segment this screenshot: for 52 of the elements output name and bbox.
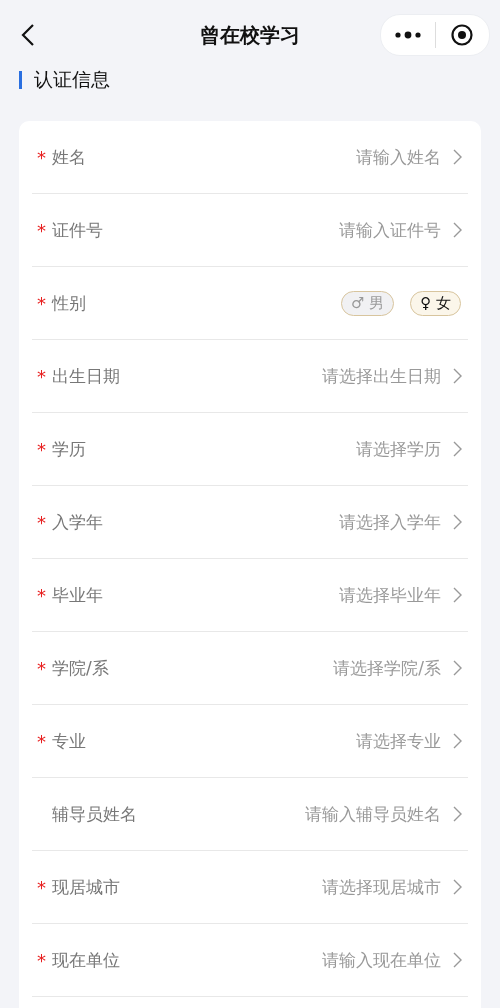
- required-mark: *: [37, 730, 47, 752]
- chevron-right-icon[interactable]: [453, 441, 462, 457]
- required-mark: *: [37, 876, 47, 898]
- back-icon[interactable]: [21, 23, 35, 47]
- close-target-icon[interactable]: [450, 23, 474, 47]
- required-mark: *: [37, 292, 47, 314]
- required-mark: *: [37, 365, 47, 387]
- required-mark: *: [37, 511, 47, 533]
- chevron-right-icon[interactable]: [453, 368, 462, 384]
- input-field[interactable]: 请输入现在单位: [120, 949, 443, 971]
- chevron-right-icon[interactable]: [453, 733, 462, 749]
- required-mark: *: [37, 219, 47, 241]
- field-label: 现在单位: [52, 948, 120, 972]
- section-accent-bar: [19, 71, 22, 89]
- more-icon[interactable]: [395, 30, 421, 40]
- chevron-right-icon[interactable]: [453, 660, 462, 676]
- input-field[interactable]: 请选择现居城市: [120, 876, 443, 898]
- field-label: 专业: [52, 729, 86, 753]
- input-field[interactable]: 请输入姓名: [86, 146, 443, 168]
- page-title: 曾在校学习: [200, 21, 300, 49]
- input-field[interactable]: 请输入辅导员姓名: [137, 803, 443, 825]
- field-label: 毕业年: [52, 583, 103, 607]
- chevron-right-icon[interactable]: [453, 514, 462, 530]
- chevron-right-icon[interactable]: [453, 952, 462, 968]
- chevron-right-icon[interactable]: [453, 879, 462, 895]
- field-label: 学历: [52, 437, 86, 461]
- input-field[interactable]: 请输入证件号: [103, 219, 443, 241]
- input-field[interactable]: 请选择学历: [86, 438, 443, 460]
- field-label: 性别: [52, 291, 86, 315]
- input-field[interactable]: 请选择毕业年: [103, 584, 443, 606]
- chevron-right-icon[interactable]: [453, 806, 462, 822]
- section-title: 认证信息: [34, 67, 110, 92]
- chevron-right-icon[interactable]: [453, 149, 462, 165]
- field-label: 证件号: [52, 218, 103, 242]
- required-mark: *: [37, 949, 47, 971]
- field-label: 姓名: [52, 145, 86, 169]
- input-field[interactable]: 请选择专业: [86, 730, 443, 752]
- required-mark: *: [37, 584, 47, 606]
- input-field[interactable]: 请选择出生日期: [120, 365, 443, 387]
- gender-option[interactable]: ♀ 女: [410, 290, 461, 316]
- field-label: 出生日期: [52, 364, 120, 388]
- chevron-right-icon[interactable]: [453, 587, 462, 603]
- field-label: 现居城市: [52, 875, 120, 899]
- required-mark: *: [37, 657, 47, 679]
- input-field[interactable]: 请选择学院/系: [108, 657, 443, 679]
- field-label: 入学年: [52, 510, 103, 534]
- required-mark: *: [37, 438, 47, 460]
- chevron-right-icon[interactable]: [453, 222, 462, 238]
- field-label: 学院/系: [52, 656, 109, 680]
- required-mark: *: [37, 146, 47, 168]
- input-field[interactable]: 请选择入学年: [103, 511, 443, 533]
- field-label: 辅导员姓名: [52, 802, 137, 826]
